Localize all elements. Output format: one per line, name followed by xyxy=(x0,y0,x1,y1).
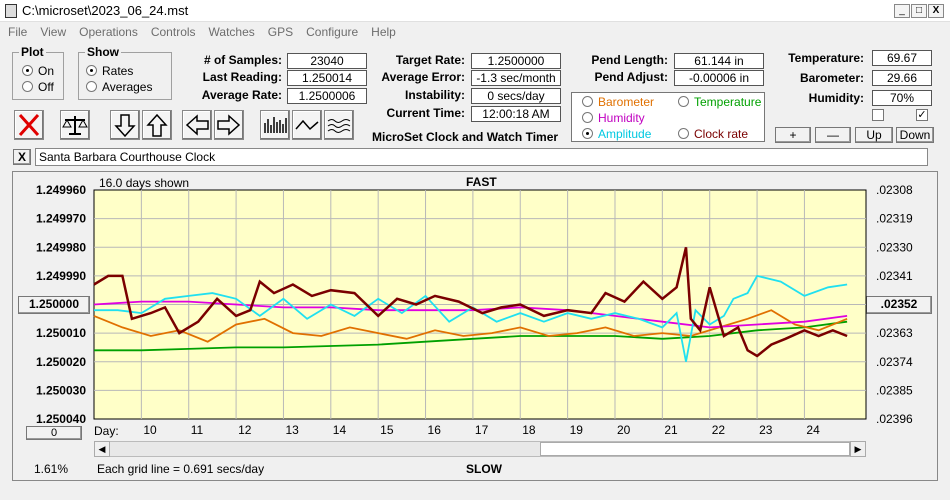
y-tick-right: .02319 xyxy=(876,212,913,226)
y-tick-left: 1.249970 xyxy=(36,212,86,226)
x-tick: 22 xyxy=(712,423,726,437)
y-tick-left: 1.250010 xyxy=(36,326,86,340)
x-tick: 13 xyxy=(285,423,299,437)
x-tick: 18 xyxy=(522,423,536,437)
y-tick-right: .02363 xyxy=(876,326,913,340)
x-tick: 12 xyxy=(238,423,252,437)
x-tick: 24 xyxy=(806,423,820,437)
y-tick-left: 1.250040 xyxy=(36,412,86,426)
x-tick: 14 xyxy=(333,423,347,437)
x-tick: 20 xyxy=(617,423,631,437)
x-tick: 15 xyxy=(380,423,394,437)
x-tick: 17 xyxy=(475,423,489,437)
x-tick: 10 xyxy=(143,423,157,437)
y-tick-left: 1.250030 xyxy=(36,383,86,397)
y-tick-left: 1.250020 xyxy=(36,355,86,369)
x-tick: 23 xyxy=(759,423,773,437)
y-tick-right: .02396 xyxy=(876,412,913,426)
x-tick: 19 xyxy=(570,423,584,437)
x-tick: 11 xyxy=(191,423,204,437)
y-tick-right: .02308 xyxy=(876,183,913,197)
rate-chart: 1.249960 1.249970 1.249980 1.249990 1.250010… xyxy=(36,183,913,437)
y-tick-right: .02341 xyxy=(876,269,913,283)
y-tick-right: .02374 xyxy=(876,355,913,369)
y-tick-left: 1.249980 xyxy=(36,240,86,254)
y-tick-right: .02385 xyxy=(876,383,913,397)
x-tick: 21 xyxy=(664,423,678,437)
y-tick-left: 1.249960 xyxy=(36,183,86,197)
y-tick-right: .02330 xyxy=(876,240,913,254)
x-tick: 16 xyxy=(428,423,442,437)
y-tick-left: 1.249990 xyxy=(36,269,86,283)
